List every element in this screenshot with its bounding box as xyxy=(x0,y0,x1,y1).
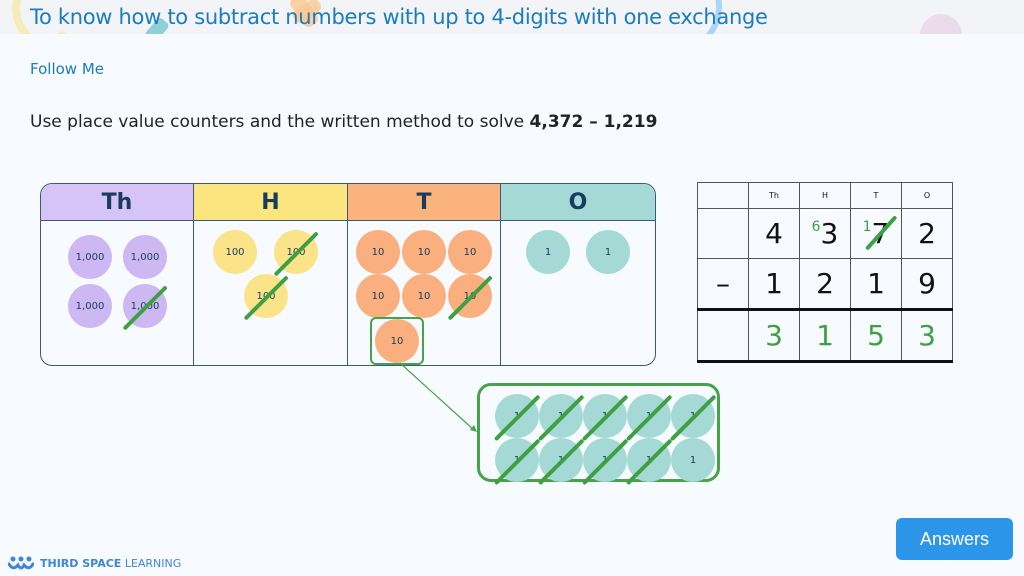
exchange-box: 1111111111 xyxy=(477,383,720,485)
minuend-row: 4 63 17 2 xyxy=(697,208,953,259)
answer-digit: 1 xyxy=(799,308,851,363)
pv-header-h: H xyxy=(194,184,347,221)
digit-cell: 2 xyxy=(901,208,953,259)
answer-digit: 3 xyxy=(901,308,953,363)
pv-column-h: H100100100 xyxy=(194,184,348,365)
counter: 1,000 xyxy=(68,284,112,328)
digit-cell: 4 xyxy=(748,208,800,259)
page-title: To know how to subtract numbers with up … xyxy=(30,5,768,29)
pv-header-o: O xyxy=(501,184,655,221)
digit: 3 xyxy=(820,217,839,250)
answers-button[interactable]: Answers xyxy=(896,518,1013,560)
header-cell: H xyxy=(799,182,851,209)
pv-column-th: Th1,0001,0001,0001,000 xyxy=(41,184,194,365)
logo-text-light: LEARNING xyxy=(124,556,182,570)
written-method-table: Th H T O 4 63 17 2 – 1 2 1 9 3 1 5 3 xyxy=(697,182,953,363)
answer-digit: 3 xyxy=(748,308,800,363)
sign-cell xyxy=(697,208,749,259)
third-space-learning-logo: THIRD SPACE LEARNING xyxy=(8,555,181,571)
counter: 10 xyxy=(402,274,446,318)
counter: 1,000 xyxy=(123,235,167,279)
exchange-arrow-head xyxy=(470,425,477,432)
answer-digit: 5 xyxy=(850,308,902,363)
sign-cell xyxy=(697,308,749,363)
question-prompt: Use place value counters and the written… xyxy=(30,112,530,132)
header-cell: Th xyxy=(748,182,800,209)
counter: 100 xyxy=(213,230,257,274)
logo-icon xyxy=(8,556,34,570)
digit-cell: 63 xyxy=(799,208,851,259)
digit-cell: 1 xyxy=(850,258,902,310)
subtrahend-row: – 1 2 1 9 xyxy=(697,258,953,310)
exchange-mark: 1 xyxy=(862,219,872,235)
header-cell xyxy=(697,182,749,209)
counter: 10 xyxy=(356,230,400,274)
answer-row: 3 1 5 3 xyxy=(697,308,953,363)
pv-column-t: T10101010101010 xyxy=(348,184,501,365)
digit-cell: 2 xyxy=(799,258,851,310)
counter: 1 xyxy=(526,230,570,274)
counter: 1,000 xyxy=(68,235,112,279)
counter: 10 xyxy=(356,274,400,318)
header-cell: T xyxy=(850,182,902,209)
pv-header-t: T xyxy=(348,184,500,221)
header-cell: O xyxy=(901,182,953,209)
ones-counter: 1 xyxy=(671,438,715,482)
digit-cell: 1 xyxy=(748,258,800,310)
exchanged-counter-highlight xyxy=(370,317,424,365)
header-row: Th H T O xyxy=(697,182,953,209)
counter: 1 xyxy=(586,230,630,274)
logo-text-bold: THIRD SPACE xyxy=(40,556,122,570)
exchange-mark: 6 xyxy=(811,219,821,235)
place-value-chart: Th1,0001,0001,0001,000H100100100T1010101… xyxy=(40,183,656,366)
digit-cell: 17 xyxy=(850,208,902,259)
pv-column-o: O 11 xyxy=(501,184,655,365)
pv-header-th: Th xyxy=(41,184,193,221)
sign-cell: – xyxy=(697,258,749,310)
question-text: Use place value counters and the written… xyxy=(30,112,657,132)
section-label: Follow Me xyxy=(30,60,104,78)
digit-cell: 9 xyxy=(901,258,953,310)
counter: 10 xyxy=(448,230,492,274)
exchange-arrow-line xyxy=(399,362,475,431)
counter: 10 xyxy=(402,230,446,274)
decorative-shape xyxy=(920,14,962,34)
question-expression: 4,372 – 1,219 xyxy=(529,112,658,132)
